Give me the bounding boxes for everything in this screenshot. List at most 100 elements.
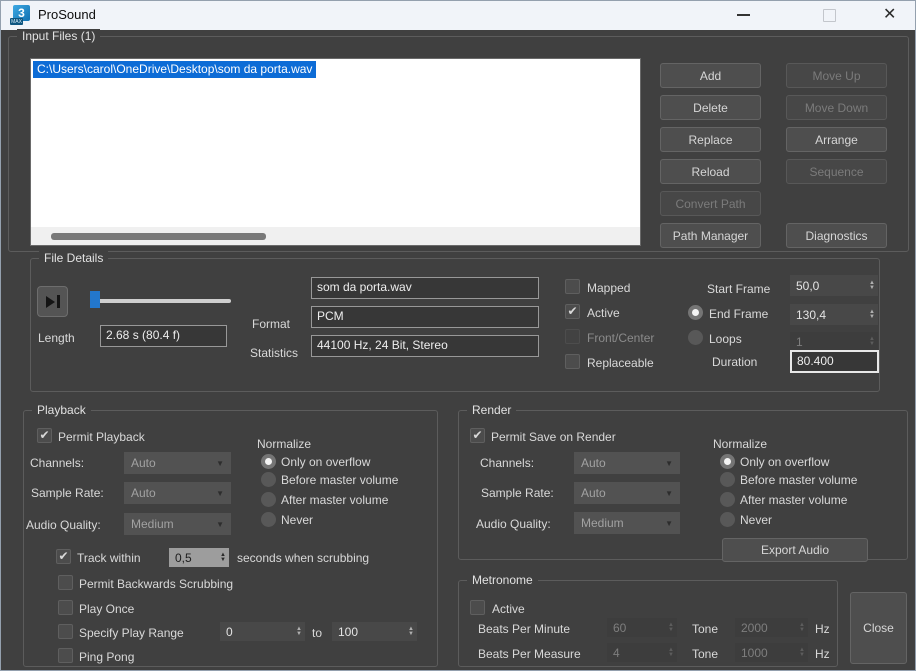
render-sample-rate-dropdown[interactable]: Auto ▼ (574, 482, 680, 504)
playback-channels-value: Auto (131, 456, 156, 470)
bpm-spinner[interactable]: 60 ▲▼ (607, 618, 677, 637)
title-bar: 3 MAX ProSound ✕ (0, 0, 916, 30)
track-within-spinner[interactable]: 0,5 ▲▼ (169, 548, 229, 567)
sequence-button[interactable]: Sequence (786, 159, 887, 184)
playback-normalize-overflow-radio[interactable] (261, 454, 276, 469)
spinner-arrows-icon[interactable]: ▲▼ (869, 281, 878, 291)
playhead-slider-handle[interactable] (90, 291, 100, 308)
scrollbar-thumb[interactable] (51, 233, 266, 240)
spinner-arrows-icon[interactable]: ▲▼ (668, 623, 677, 633)
loops-radio[interactable] (688, 330, 703, 345)
move-up-button[interactable]: Move Up (786, 63, 887, 88)
convert-path-button[interactable]: Convert Path (660, 191, 761, 216)
render-normalize-before-label: Before master volume (740, 473, 857, 487)
active-checkbox[interactable]: ✔ (565, 304, 580, 319)
hz2-label: Hz (815, 647, 830, 661)
render-group-label: Render (467, 403, 516, 417)
spinner-arrows-icon[interactable]: ▲▼ (799, 623, 808, 633)
render-normalize-before-radio[interactable] (720, 472, 735, 487)
play-once-checkbox[interactable]: ✔ (58, 600, 73, 615)
horizontal-scrollbar[interactable] (31, 227, 640, 245)
tone1-spinner[interactable]: 2000 ▲▼ (735, 618, 808, 637)
filename-field[interactable]: som da porta.wav (311, 277, 539, 299)
front-center-label: Front/Center (587, 331, 654, 345)
move-down-button[interactable]: Move Down (786, 95, 887, 120)
file-details-group-label: File Details (39, 251, 108, 265)
spinner-arrows-icon[interactable]: ▲▼ (869, 337, 878, 347)
range-to-spinner[interactable]: 100 ▲▼ (332, 622, 417, 641)
specify-play-range-checkbox[interactable]: ✔ (58, 624, 73, 639)
dropdown-arrow-icon: ▼ (665, 459, 673, 468)
duration-field[interactable]: 80.400 (790, 350, 879, 373)
bpm-value: 60 (613, 621, 626, 635)
path-manager-button[interactable]: Path Manager (660, 223, 761, 248)
minimize-button[interactable] (737, 14, 750, 16)
playback-audio-quality-dropdown[interactable]: Medium ▼ (124, 513, 231, 535)
spinner-arrows-icon[interactable]: ▲▼ (296, 627, 305, 637)
replace-button[interactable]: Replace (660, 127, 761, 152)
render-normalize-overflow-radio[interactable] (720, 454, 735, 469)
input-files-list[interactable]: C:\Users\carol\OneDrive\Desktop\som da p… (30, 58, 641, 246)
play-to-end-button[interactable] (37, 286, 68, 317)
app-icon-max-tag: MAX (10, 18, 23, 25)
dropdown-arrow-icon: ▼ (216, 489, 224, 498)
spinner-arrows-icon[interactable]: ▲▼ (220, 553, 229, 563)
format-label: Format (252, 317, 290, 331)
delete-button[interactable]: Delete (660, 95, 761, 120)
tone2-spinner[interactable]: 1000 ▲▼ (735, 643, 808, 662)
arrange-button[interactable]: Arrange (786, 127, 887, 152)
playback-channels-dropdown[interactable]: Auto ▼ (124, 452, 231, 474)
spinner-arrows-icon[interactable]: ▲▼ (869, 310, 878, 320)
permit-backwards-checkbox[interactable]: ✔ (58, 575, 73, 590)
dropdown-arrow-icon: ▼ (665, 519, 673, 528)
playback-normalize-before-label: Before master volume (281, 473, 398, 487)
bpmeasure-spinner[interactable]: 4 ▲▼ (607, 643, 677, 662)
spinner-arrows-icon[interactable]: ▲▼ (668, 648, 677, 658)
diagnostics-button[interactable]: Diagnostics (786, 223, 887, 248)
statistics-label: Statistics (250, 346, 298, 360)
list-item[interactable]: C:\Users\carol\OneDrive\Desktop\som da p… (33, 61, 316, 78)
export-audio-button[interactable]: Export Audio (722, 538, 868, 562)
close-button[interactable]: Close (850, 592, 907, 664)
playback-sample-rate-dropdown[interactable]: Auto ▼ (124, 482, 231, 504)
playback-audio-quality-value: Medium (131, 517, 174, 531)
range-from-spinner[interactable]: 0 ▲▼ (220, 622, 305, 641)
playback-normalize-label: Normalize (257, 437, 311, 451)
spinner-arrows-icon[interactable]: ▲▼ (799, 648, 808, 658)
end-frame-radio[interactable] (688, 305, 703, 320)
playhead-slider-track[interactable] (90, 299, 231, 303)
start-frame-spinner[interactable]: 50,0 ▲▼ (790, 275, 878, 296)
reload-button[interactable]: Reload (660, 159, 761, 184)
statistics-field[interactable]: 44100 Hz, 24 Bit, Stereo (311, 335, 539, 357)
maximize-button[interactable] (823, 9, 836, 22)
front-center-checkbox[interactable]: ✔ (565, 329, 580, 344)
loops-value: 1 (796, 335, 803, 349)
playback-normalize-never-radio[interactable] (261, 512, 276, 527)
window-title: ProSound (38, 7, 96, 22)
format-field[interactable]: PCM (311, 306, 539, 328)
render-normalize-overflow-label: Only on overflow (740, 455, 829, 469)
track-within-checkbox[interactable]: ✔ (56, 549, 71, 564)
render-normalize-never-radio[interactable] (720, 512, 735, 527)
render-normalize-after-radio[interactable] (720, 492, 735, 507)
duration-label: Duration (712, 355, 757, 369)
replaceable-checkbox[interactable]: ✔ (565, 354, 580, 369)
playback-normalize-before-radio[interactable] (261, 472, 276, 487)
close-window-button[interactable]: ✕ (883, 4, 896, 24)
permit-playback-checkbox[interactable]: ✔ (37, 428, 52, 443)
render-audio-quality-dropdown[interactable]: Medium ▼ (574, 512, 680, 534)
mapped-checkbox[interactable]: ✔ (565, 279, 580, 294)
loops-spinner[interactable]: 1 ▲▼ (790, 332, 878, 352)
add-button[interactable]: Add (660, 63, 761, 88)
ping-pong-checkbox[interactable]: ✔ (58, 648, 73, 663)
end-frame-value: 130,4 (796, 308, 826, 322)
active-label: Active (587, 306, 620, 320)
playback-normalize-after-radio[interactable] (261, 492, 276, 507)
render-channels-dropdown[interactable]: Auto ▼ (574, 452, 680, 474)
spinner-arrows-icon[interactable]: ▲▼ (408, 627, 417, 637)
metronome-active-checkbox[interactable]: ✔ (470, 600, 485, 615)
range-from-value: 0 (226, 625, 233, 639)
end-frame-spinner[interactable]: 130,4 ▲▼ (790, 304, 878, 325)
length-field[interactable]: 2.68 s (80.4 f) (100, 325, 227, 347)
permit-save-render-checkbox[interactable]: ✔ (470, 428, 485, 443)
